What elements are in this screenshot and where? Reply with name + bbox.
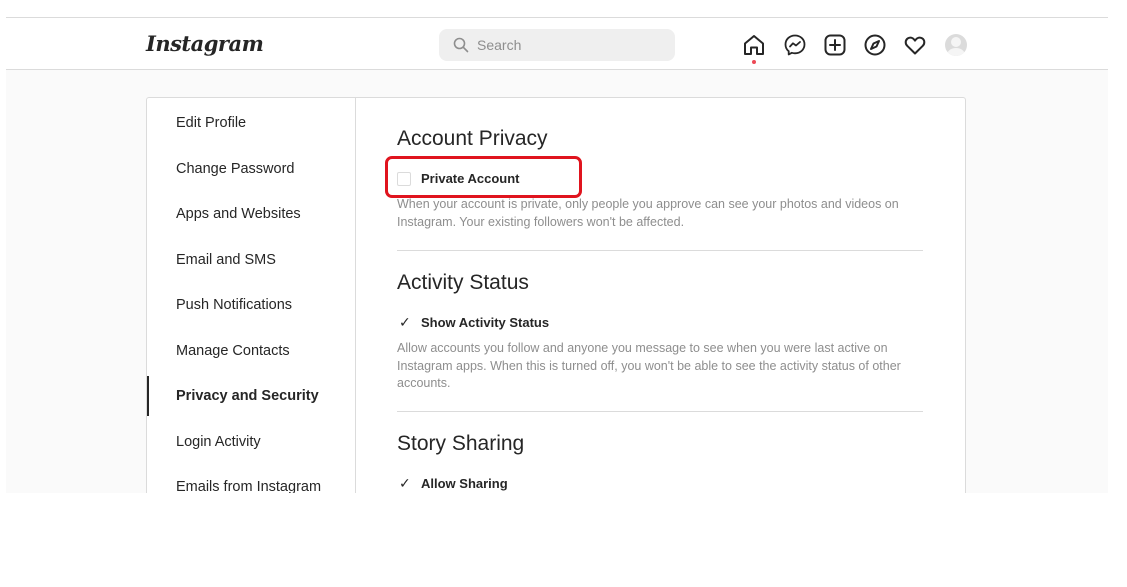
sidebar-item-change-password[interactable]: Change Password xyxy=(147,149,354,189)
show-activity-status-label[interactable]: Show Activity Status xyxy=(421,315,549,330)
home-icon[interactable] xyxy=(742,33,766,57)
instagram-logo[interactable]: Instagram xyxy=(146,31,264,56)
section-divider xyxy=(397,250,923,251)
activity-status-heading: Activity Status xyxy=(397,271,529,294)
sidebar-item-emails-from-instagram[interactable]: Emails from Instagram xyxy=(147,467,354,493)
explore-icon[interactable] xyxy=(863,33,887,57)
top-nav-bar: Instagram Search xyxy=(6,17,1108,70)
sidebar-item-push-notifications[interactable]: Push Notifications xyxy=(147,285,354,325)
sidebar-item-edit-profile[interactable]: Edit Profile xyxy=(147,103,354,143)
allow-sharing-label[interactable]: Allow Sharing xyxy=(421,476,508,491)
activity-status-description: Allow accounts you follow and anyone you… xyxy=(397,341,901,390)
sidebar-item-privacy-and-security[interactable]: Privacy and Security xyxy=(147,376,354,416)
search-input[interactable]: Search xyxy=(439,29,675,61)
search-placeholder: Search xyxy=(477,37,522,53)
instagram-settings-page: Instagram Search Edit Profile Change Pas… xyxy=(6,17,1108,493)
private-account-highlight xyxy=(385,156,582,198)
new-post-icon[interactable] xyxy=(823,33,847,57)
messenger-icon[interactable] xyxy=(783,33,807,57)
profile-avatar[interactable] xyxy=(945,34,967,56)
sidebar-item-apps-and-websites[interactable]: Apps and Websites xyxy=(147,194,354,234)
activity-heart-icon[interactable] xyxy=(903,33,927,57)
sidebar-item-email-and-sms[interactable]: Email and SMS xyxy=(147,240,354,280)
account-privacy-description: When your account is private, only peopl… xyxy=(397,197,899,229)
account-privacy-heading: Account Privacy xyxy=(397,127,548,150)
section-divider xyxy=(397,411,923,412)
allow-sharing-row[interactable]: ✓ Allow Sharing xyxy=(397,475,527,493)
notification-dot xyxy=(752,60,756,64)
checkmark-icon[interactable]: ✓ xyxy=(399,475,411,491)
settings-sidebar: Edit Profile Change Password Apps and We… xyxy=(147,98,356,493)
sidebar-item-manage-contacts[interactable]: Manage Contacts xyxy=(147,331,354,371)
show-activity-status-row[interactable]: ✓ Show Activity Status xyxy=(397,314,557,334)
sidebar-item-login-activity[interactable]: Login Activity xyxy=(147,422,354,462)
search-icon xyxy=(453,37,469,53)
checkmark-icon[interactable]: ✓ xyxy=(399,314,411,330)
story-sharing-heading: Story Sharing xyxy=(397,432,525,455)
